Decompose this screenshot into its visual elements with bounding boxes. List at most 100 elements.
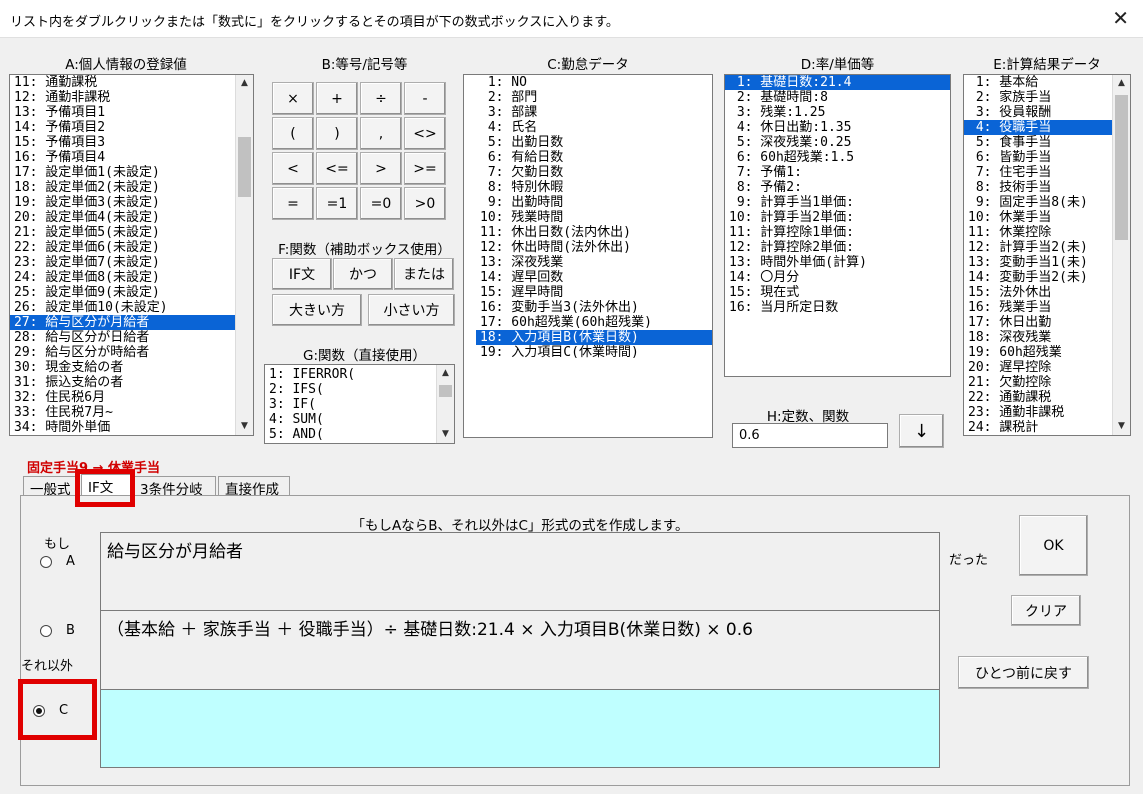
list-e-item[interactable]: 23: 通勤非課税 [964,405,1112,420]
list-a-item[interactable]: 30: 現金支給の者 [10,360,235,375]
list-e-item[interactable]: 7: 住宅手当 [964,165,1112,180]
list-c-item[interactable]: 8: 特別休暇 [476,180,712,195]
list-a-item[interactable]: 21: 設定単価5(未設定) [10,225,235,240]
ok-button[interactable]: OK [1019,515,1088,576]
value-b-box[interactable]: （基本給 ＋ 家族手当 ＋ 役職手当）÷ 基礎日数:21.4 × 入力項目B(休… [100,610,940,690]
scroll-down-arrow-icon[interactable]: ▼ [236,418,253,435]
list-a-item[interactable]: 27: 給与区分が月給者 [10,315,235,330]
list-a-item[interactable]: 22: 設定単価6(未設定) [10,240,235,255]
list-a-item[interactable]: 16: 予備項目4 [10,150,235,165]
list-e-item[interactable]: 14: 変動手当2(未) [964,270,1112,285]
list-a-item[interactable]: 28: 給与区分が日給者 [10,330,235,345]
symbol-button[interactable]: < [272,152,314,185]
radio-b[interactable]: B [40,623,75,638]
list-c-item[interactable]: 4: 氏名 [476,120,712,135]
list-e-item[interactable]: 19: 60h超残業 [964,345,1112,360]
list-c-item[interactable]: 2: 部門 [476,90,712,105]
list-g-functions[interactable]: 1: IFERROR(2: IFS(3: IF(4: SUM(5: AND( ▲… [264,364,455,444]
list-a-item[interactable]: 32: 住民税6月 [10,390,235,405]
symbol-button[interactable]: = [272,187,314,220]
list-c-item[interactable]: 11: 休出日数(法内休出) [476,225,712,240]
list-a-scrollbar[interactable]: ▲ ▼ [235,75,253,435]
list-a-item[interactable]: 29: 給与区分が時給者 [10,345,235,360]
list-d-item[interactable]: 6: 60h超残業:1.5 [725,150,950,165]
list-d-item[interactable]: 16: 当月所定日数 [725,300,950,315]
list-a-item[interactable]: 13: 予備項目1 [10,105,235,120]
clear-button[interactable]: クリア [1011,595,1081,626]
symbol-button[interactable]: =1 [316,187,358,220]
list-d-item[interactable]: 7: 予備1: [725,165,950,180]
list-d-item[interactable]: 5: 深夜残業:0.25 [725,135,950,150]
list-c-item[interactable]: 14: 遅早回数 [476,270,712,285]
radio-c-circle[interactable] [33,704,45,717]
list-d-item[interactable]: 11: 計算控除1単価: [725,225,950,240]
list-e-item[interactable]: 9: 固定手当8(未) [964,195,1112,210]
list-d-item[interactable]: 1: 基礎日数:21.4 [725,75,950,90]
scroll-down-arrow-icon[interactable]: ▼ [437,426,454,443]
list-c-item[interactable]: 17: 60h超残業(60h超残業) [476,315,712,330]
symbol-button[interactable]: ( [272,117,314,150]
list-a-item[interactable]: 34: 時間外単価 [10,420,235,435]
list-g-item[interactable]: 1: IFERROR( [265,367,436,382]
list-c-item[interactable]: 19: 入力項目C(休業時間) [476,345,712,360]
list-e-item[interactable]: 13: 変動手当1(未) [964,255,1112,270]
list-e-item[interactable]: 16: 残業手当 [964,300,1112,315]
symbol-button[interactable]: , [360,117,402,150]
list-c-item[interactable]: 9: 出勤時間 [476,195,712,210]
list-d-item[interactable]: 15: 現在式 [725,285,950,300]
symbol-button[interactable]: >= [404,152,446,185]
symbol-button[interactable]: <= [316,152,358,185]
list-e-item[interactable]: 2: 家族手当 [964,90,1112,105]
list-e-item[interactable]: 12: 計算手当2(未) [964,240,1112,255]
list-a-item[interactable]: 18: 設定単価2(未設定) [10,180,235,195]
list-d-item[interactable]: 13: 時間外単価(計算) [725,255,950,270]
scroll-up-arrow-icon[interactable]: ▲ [437,365,454,382]
list-g-item[interactable]: 3: IF( [265,397,436,412]
list-d-item[interactable]: 3: 残業:1.25 [725,105,950,120]
list-e-item[interactable]: 15: 法外休出 [964,285,1112,300]
list-c-item[interactable]: 3: 部課 [476,105,712,120]
list-a-item[interactable]: 23: 設定単価7(未設定) [10,255,235,270]
list-c-item[interactable]: 15: 遅早時間 [476,285,712,300]
list-g-item[interactable]: 4: SUM( [265,412,436,427]
list-a-item[interactable]: 15: 予備項目3 [10,135,235,150]
and-function-button[interactable]: かつ [333,258,393,290]
close-icon[interactable]: ✕ [1112,6,1129,30]
list-a-item[interactable]: 14: 予備項目2 [10,120,235,135]
scroll-down-arrow-icon[interactable]: ▼ [1113,418,1130,435]
list-c-item[interactable]: 6: 有給日数 [476,150,712,165]
list-a-item[interactable]: 17: 設定単価1(未設定) [10,165,235,180]
list-d-item[interactable]: 8: 予備2: [725,180,950,195]
constant-input[interactable]: 0.6 [732,423,888,448]
list-a-item[interactable]: 31: 振込支給の者 [10,375,235,390]
undo-button[interactable]: ひとつ前に戻す [958,656,1089,689]
list-e-item[interactable]: 24: 課税計 [964,420,1112,435]
list-e-item[interactable]: 11: 休業控除 [964,225,1112,240]
list-e-item[interactable]: 8: 技術手当 [964,180,1112,195]
list-c-item[interactable]: 10: 残業時間 [476,210,712,225]
list-e-item[interactable]: 10: 休業手当 [964,210,1112,225]
list-c-item[interactable]: 13: 深夜残業 [476,255,712,270]
list-e-item[interactable]: 4: 役職手当 [964,120,1112,135]
list-e-item[interactable]: 22: 通勤課税 [964,390,1112,405]
list-c-attendance[interactable]: 1: NO 2: 部門 3: 部課 4: 氏名 5: 出勤日数 6: 有給日数 … [463,74,713,438]
list-d-item[interactable]: 14: 〇月分 [725,270,950,285]
list-d-item[interactable]: 4: 休日出勤:1.35 [725,120,950,135]
max-function-button[interactable]: 大きい方 [272,294,362,326]
list-a-item[interactable]: 19: 設定単価3(未設定) [10,195,235,210]
scroll-up-arrow-icon[interactable]: ▲ [1113,75,1130,92]
list-a-item[interactable]: 33: 住民税7月~ [10,405,235,420]
list-e-item[interactable]: 1: 基本給 [964,75,1112,90]
list-c-item[interactable]: 12: 休出時間(法外休出) [476,240,712,255]
list-g-scrollbar[interactable]: ▲ ▼ [436,365,454,443]
radio-a-circle[interactable] [40,555,52,568]
symbol-button[interactable]: × [272,82,314,115]
symbol-button[interactable]: - [404,82,446,115]
list-e-item[interactable]: 17: 休日出勤 [964,315,1112,330]
list-e-item[interactable]: 5: 食事手当 [964,135,1112,150]
list-a-item[interactable]: 26: 設定単価10(未設定) [10,300,235,315]
symbol-button[interactable]: ) [316,117,358,150]
list-c-item[interactable]: 5: 出勤日数 [476,135,712,150]
or-function-button[interactable]: または [394,258,454,290]
symbol-button[interactable]: ÷ [360,82,402,115]
